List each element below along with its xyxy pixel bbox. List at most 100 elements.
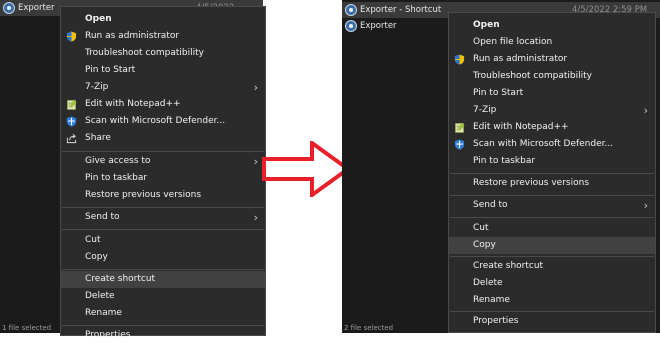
menu-label: Open xyxy=(473,20,500,30)
menu-label: Restore previous versions xyxy=(85,190,202,200)
menu-item-send-to[interactable]: Send to › xyxy=(449,197,655,214)
menu-item-cut[interactable]: Cut xyxy=(449,220,655,237)
status-bar-text: 1 file selected xyxy=(2,324,52,332)
menu-label: Restore previous versions xyxy=(473,178,590,188)
chevron-right-icon: › xyxy=(643,199,648,212)
menu-label: Create shortcut xyxy=(473,261,544,271)
menu-separator xyxy=(450,256,654,257)
menu-label: 7-Zip xyxy=(473,105,497,115)
menu-separator xyxy=(450,195,654,196)
menu-label: Give access to xyxy=(85,156,151,166)
menu-separator xyxy=(450,217,654,218)
menu-item-open[interactable]: Open xyxy=(449,17,655,34)
menu-item-7zip[interactable]: 7-Zip › xyxy=(61,79,265,96)
status-bar-text: 2 file selected xyxy=(344,324,394,332)
menu-item-properties[interactable]: Properties xyxy=(61,327,265,344)
menu-label: Copy xyxy=(473,240,496,250)
defender-shield-icon xyxy=(454,139,465,150)
uac-shield-icon xyxy=(66,31,77,42)
menu-label: Cut xyxy=(85,235,101,245)
context-menu-after: Open Open file location Run as administr… xyxy=(448,12,656,333)
menu-item-delete[interactable]: Delete xyxy=(61,288,265,305)
menu-label: Open xyxy=(85,14,112,24)
menu-label: Pin to taskbar xyxy=(85,173,148,183)
menu-label: Share xyxy=(85,133,111,143)
menu-item-give-access-to[interactable]: Give access to › xyxy=(61,153,265,170)
menu-item-properties[interactable]: Properties xyxy=(449,313,655,330)
menu-item-scan-with-defender[interactable]: Scan with Microsoft Defender... xyxy=(449,136,655,153)
file-name: Exporter - Shortcut xyxy=(360,5,442,15)
menu-label: Copy xyxy=(85,252,108,262)
menu-item-pin-to-start[interactable]: Pin to Start xyxy=(449,85,655,102)
chevron-right-icon: › xyxy=(253,211,258,224)
menu-label: Edit with Notepad++ xyxy=(473,122,569,132)
file-name: Exporter xyxy=(18,3,55,13)
notepad-plus-plus-icon xyxy=(67,99,77,110)
menu-item-open-file-location[interactable]: Open file location xyxy=(449,34,655,51)
menu-label: Scan with Microsoft Defender... xyxy=(473,139,614,149)
menu-separator xyxy=(62,229,264,230)
menu-item-cut[interactable]: Cut xyxy=(61,232,265,249)
menu-item-send-to[interactable]: Send to › xyxy=(61,209,265,226)
menu-label: Send to xyxy=(473,200,508,210)
arrow-right-icon xyxy=(262,141,352,197)
menu-separator xyxy=(450,173,654,174)
menu-label: Create shortcut xyxy=(85,274,156,284)
menu-separator xyxy=(62,207,264,208)
menu-label: Pin to Start xyxy=(85,65,136,75)
menu-item-open[interactable]: Open xyxy=(61,11,265,28)
menu-item-delete[interactable]: Delete xyxy=(449,275,655,292)
menu-item-create-shortcut[interactable]: Create shortcut xyxy=(449,258,655,275)
menu-item-share[interactable]: Share xyxy=(61,130,265,147)
menu-label: 7-Zip xyxy=(85,82,109,92)
menu-item-edit-with-notepad[interactable]: Edit with Notepad++ xyxy=(449,119,655,136)
menu-separator xyxy=(450,311,654,312)
menu-item-copy[interactable]: Copy xyxy=(449,237,655,254)
menu-item-edit-with-notepad[interactable]: Edit with Notepad++ xyxy=(61,96,265,113)
file-name: Exporter xyxy=(360,21,397,31)
menu-label: Edit with Notepad++ xyxy=(85,99,181,109)
menu-item-pin-to-taskbar[interactable]: Pin to taskbar xyxy=(61,170,265,187)
context-menu-before: Open Run as administrator Troubleshoot c… xyxy=(60,6,266,340)
menu-item-create-shortcut[interactable]: Create shortcut xyxy=(61,271,265,288)
menu-label: Scan with Microsoft Defender... xyxy=(85,116,226,126)
menu-label: Properties xyxy=(85,330,131,340)
exporter-app-icon xyxy=(345,4,357,16)
menu-item-run-as-administrator[interactable]: Run as administrator xyxy=(61,28,265,45)
menu-item-pin-to-taskbar[interactable]: Pin to taskbar xyxy=(449,153,655,170)
menu-item-7zip[interactable]: 7-Zip › xyxy=(449,102,655,119)
menu-label: Run as administrator xyxy=(473,54,568,64)
menu-item-scan-with-defender[interactable]: Scan with Microsoft Defender... xyxy=(61,113,265,130)
menu-label: Pin to taskbar xyxy=(473,156,536,166)
exporter-app-icon xyxy=(3,2,15,14)
menu-separator xyxy=(62,325,264,326)
menu-item-restore-previous-versions[interactable]: Restore previous versions xyxy=(449,175,655,192)
exporter-app-icon xyxy=(345,20,357,32)
menu-label: Run as administrator xyxy=(85,31,180,41)
menu-separator xyxy=(62,269,264,270)
chevron-right-icon: › xyxy=(253,81,258,94)
chevron-right-icon: › xyxy=(643,104,648,117)
menu-label: Properties xyxy=(473,316,519,326)
menu-label: Send to xyxy=(85,212,120,222)
menu-separator xyxy=(62,151,264,152)
uac-shield-icon xyxy=(454,54,465,65)
menu-label: Troubleshoot compatibility xyxy=(473,71,592,81)
menu-item-copy[interactable]: Copy xyxy=(61,249,265,266)
menu-item-run-as-administrator[interactable]: Run as administrator xyxy=(449,51,655,68)
chevron-right-icon: › xyxy=(253,155,258,168)
menu-item-troubleshoot-compatibility[interactable]: Troubleshoot compatibility xyxy=(61,45,265,62)
menu-label: Cut xyxy=(473,223,489,233)
share-icon xyxy=(66,134,77,144)
notepad-plus-plus-icon xyxy=(455,122,465,133)
menu-label: Rename xyxy=(473,295,510,305)
menu-item-restore-previous-versions[interactable]: Restore previous versions xyxy=(61,187,265,204)
menu-item-troubleshoot-compatibility[interactable]: Troubleshoot compatibility xyxy=(449,68,655,85)
menu-item-pin-to-start[interactable]: Pin to Start xyxy=(61,62,265,79)
defender-shield-icon xyxy=(66,116,77,127)
menu-label: Troubleshoot compatibility xyxy=(85,48,204,58)
menu-label: Pin to Start xyxy=(473,88,524,98)
menu-item-rename[interactable]: Rename xyxy=(61,305,265,322)
menu-label: Rename xyxy=(85,308,122,318)
menu-item-rename[interactable]: Rename xyxy=(449,292,655,309)
